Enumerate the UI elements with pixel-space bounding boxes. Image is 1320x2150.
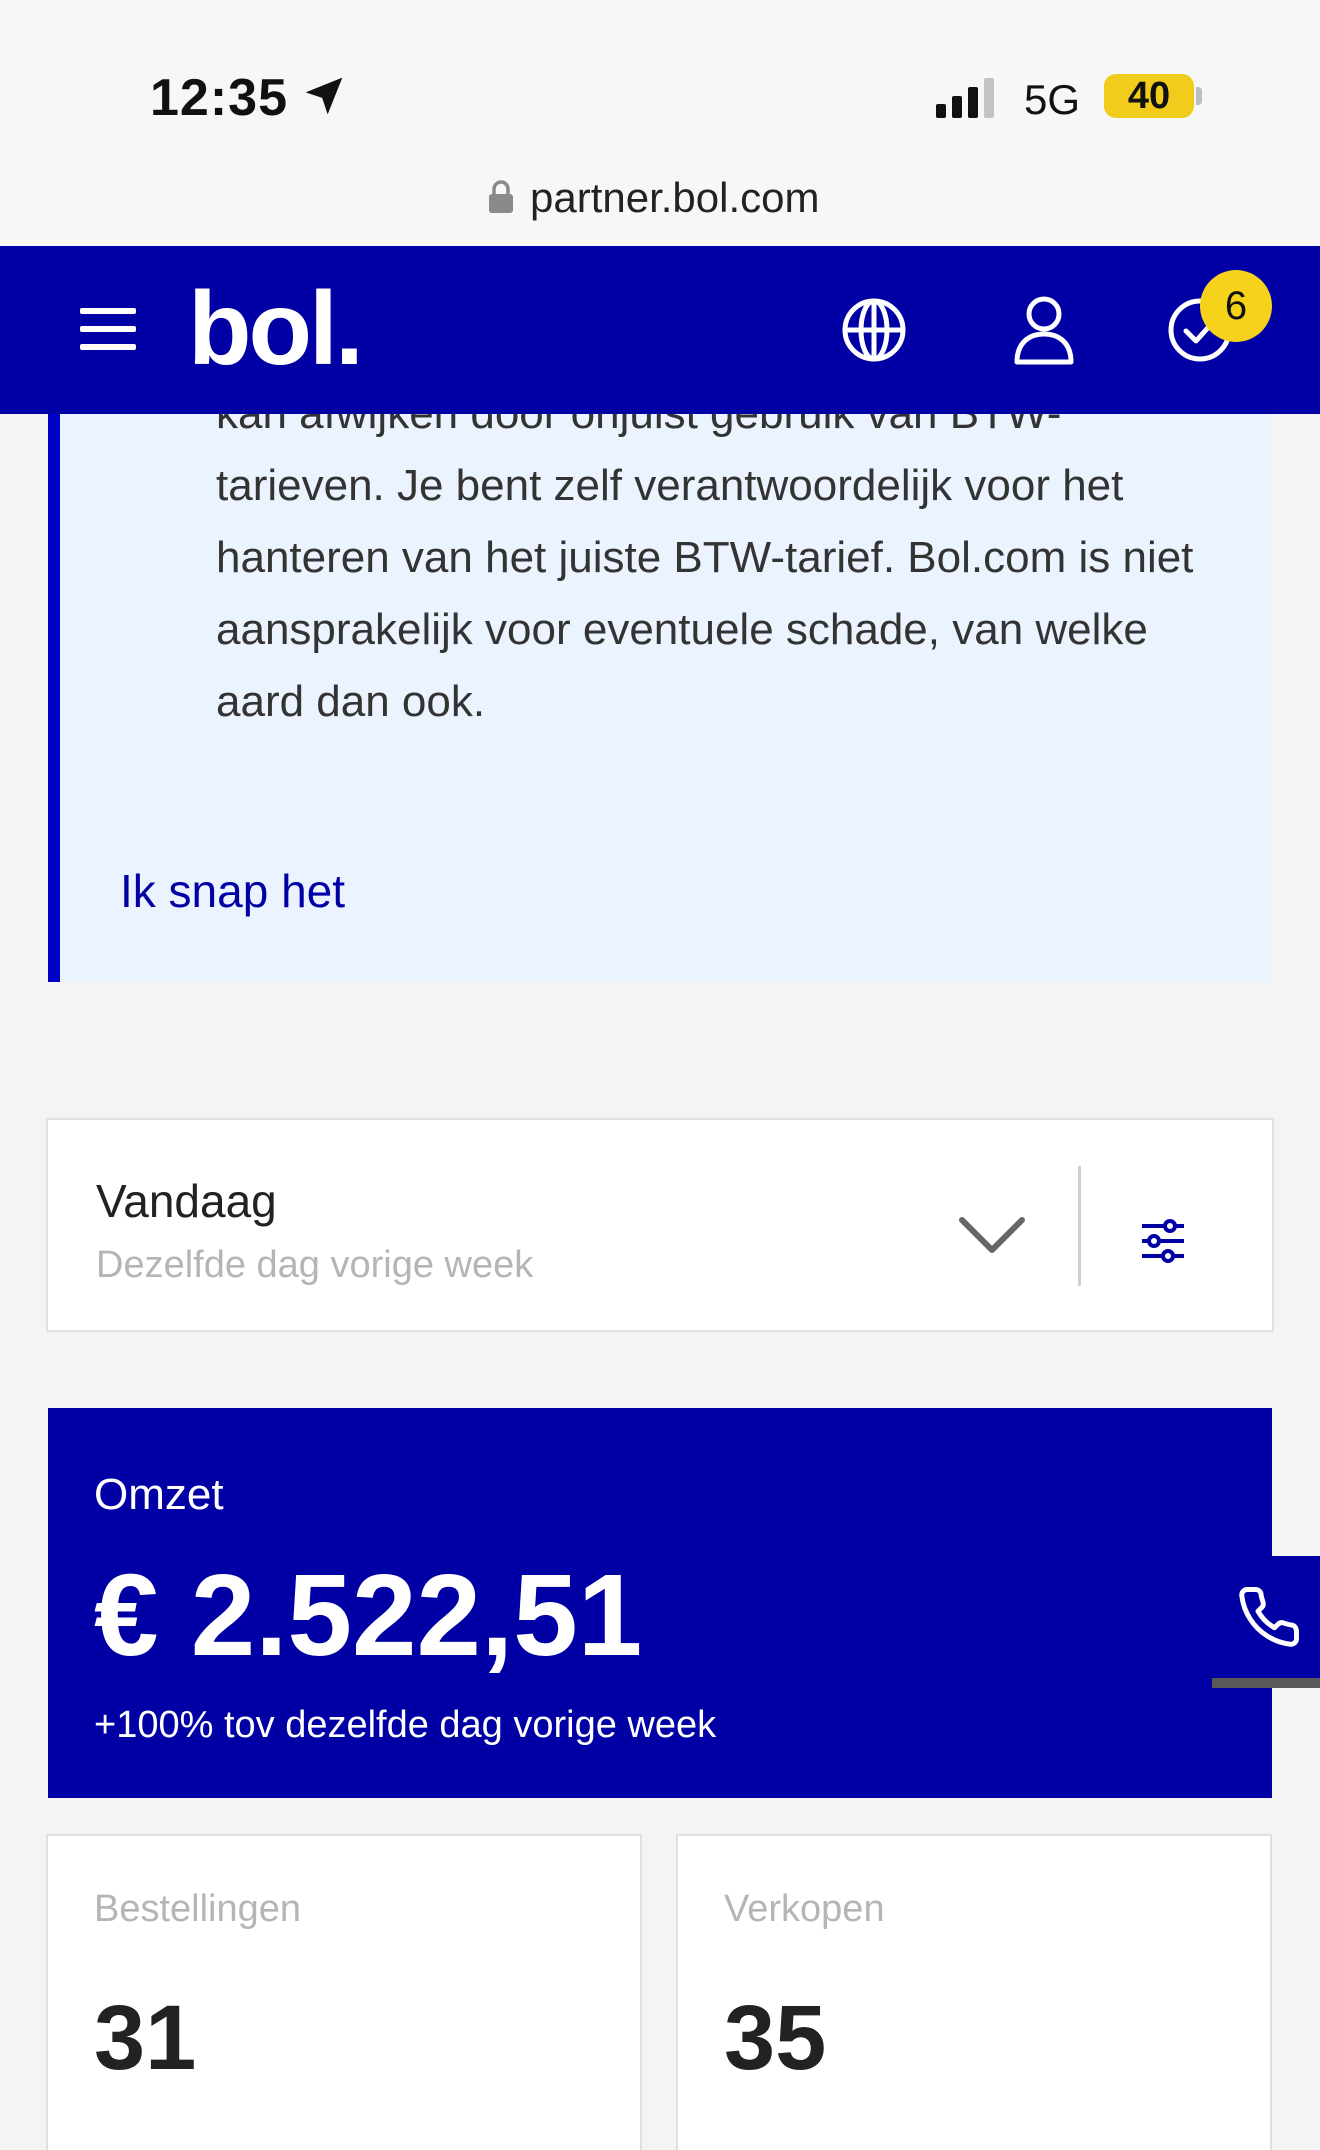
url-text[interactable]: partner.bol.com	[530, 174, 820, 222]
location-arrow-icon	[305, 77, 343, 115]
sales-value: 35	[724, 1987, 827, 2089]
network-type: 5G	[1024, 76, 1081, 123]
hamburger-menu-icon[interactable]	[80, 306, 136, 352]
status-time: 12:35	[150, 69, 288, 127]
battery-indicator: 40	[1104, 74, 1194, 118]
divider	[1078, 1166, 1081, 1286]
lock-icon	[489, 180, 513, 213]
cellular-signal-icon	[936, 78, 994, 118]
chevron-down-icon[interactable]	[958, 1216, 1026, 1256]
orders-value: 31	[94, 1987, 197, 2089]
notice-text: kan afwijken door onjuist gebruik van BT…	[216, 414, 1194, 726]
revenue-value: € 2.522,51	[94, 1550, 643, 1680]
notification-count-badge[interactable]: 6	[1200, 270, 1272, 342]
phone-icon	[1239, 1587, 1299, 1647]
battery-tip	[1196, 87, 1202, 105]
user-account-icon[interactable]	[1012, 294, 1076, 366]
btw-notice: kan afwijken door onjuist gebruik van BT…	[48, 414, 1272, 982]
revenue-card[interactable]: Omzet € 2.522,51 +100% tov dezelfde dag …	[48, 1408, 1272, 1798]
globe-icon[interactable]	[840, 296, 908, 364]
dismiss-notice-link[interactable]: Ik snap het	[120, 864, 345, 918]
period-label[interactable]: Vandaag	[96, 1174, 277, 1228]
orders-label: Bestellingen	[94, 1888, 302, 1930]
period-compare-label: Dezelfde dag vorige week	[96, 1244, 534, 1286]
revenue-label: Omzet	[94, 1470, 224, 1519]
filter-sliders-icon[interactable]	[1138, 1216, 1188, 1266]
revenue-delta: +100% tov dezelfde dag vorige week	[94, 1704, 717, 1746]
call-button[interactable]	[1212, 1556, 1320, 1688]
sales-label: Verkopen	[724, 1888, 885, 1930]
period-selector[interactable]: Vandaag Dezelfde dag vorige week	[46, 1118, 1274, 1332]
bol-logo[interactable]: bol.	[188, 270, 364, 389]
orders-card[interactable]: Bestellingen 31	[46, 1834, 642, 2150]
sales-card[interactable]: Verkopen 35	[676, 1834, 1272, 2150]
